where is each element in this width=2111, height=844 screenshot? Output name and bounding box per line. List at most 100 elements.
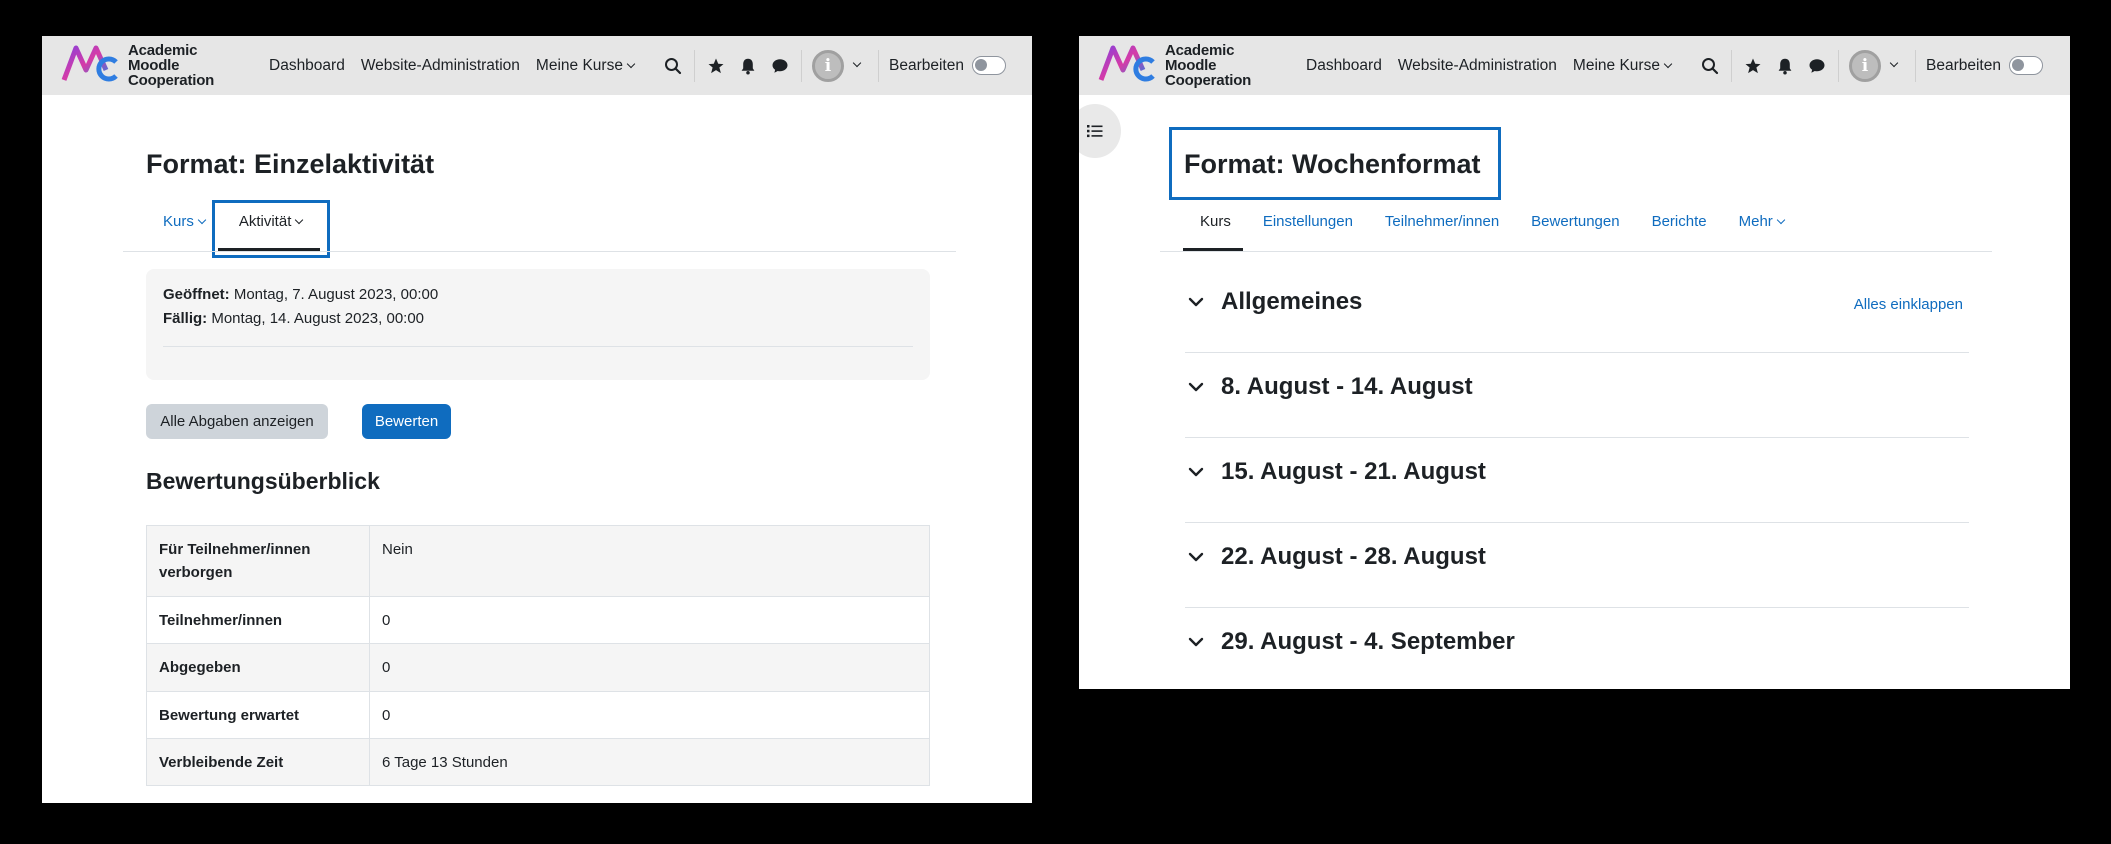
- amc-logo-icon: [1098, 45, 1155, 82]
- divider: [1185, 607, 1969, 608]
- chevron-down-icon[interactable]: [1185, 376, 1207, 398]
- bell-icon[interactable]: [737, 55, 759, 77]
- section-title[interactable]: Allgemeines: [1221, 288, 1362, 316]
- bell-icon[interactable]: [1774, 55, 1796, 77]
- section-title[interactable]: 15. August - 21. August: [1221, 458, 1486, 486]
- table-cell-label: Bewertung erwartet: [146, 691, 370, 739]
- user-avatar-icon[interactable]: i: [812, 49, 844, 82]
- edit-mode-toggle[interactable]: [2008, 56, 2043, 75]
- navbar-tools: i Bearbeiten: [662, 36, 1006, 95]
- date-due: Fällig: Montag, 14. August 2023, 00:00: [163, 310, 424, 327]
- user-avatar-icon[interactable]: i: [1849, 49, 1881, 82]
- chevron-down-icon[interactable]: [1185, 461, 1207, 483]
- section-header[interactable]: 8. August - 14. August: [1185, 373, 1473, 401]
- nav-my-courses-label: Meine Kurse: [1572, 56, 1660, 74]
- chevron-down-icon: [626, 59, 636, 68]
- logo-text: Academic Moodle Cooperation: [128, 43, 214, 88]
- date-opened: Geöffnet: Montag, 7. August 2023, 00:00: [163, 286, 438, 303]
- divider: [123, 251, 956, 252]
- table-cell-value: 0: [369, 643, 930, 692]
- divider: [1731, 49, 1732, 82]
- right-screenshot: Academic Moodle Cooperation Dashboard We…: [1079, 36, 2070, 689]
- grade-button[interactable]: Bewerten: [362, 404, 451, 439]
- view-all-submissions-button[interactable]: Alle Abgaben anzeigen: [146, 404, 328, 439]
- chat-icon[interactable]: [1806, 55, 1828, 77]
- search-icon[interactable]: [1699, 55, 1721, 77]
- divider: [801, 49, 802, 82]
- date-due-value: Montag, 14. August 2023, 00:00: [211, 310, 425, 327]
- navbar: Academic Moodle Cooperation Dashboard We…: [1079, 36, 2070, 95]
- table-cell-label: Teilnehmer/innen: [146, 596, 370, 644]
- amc-logo-icon: [61, 45, 118, 82]
- chevron-down-icon[interactable]: [1185, 631, 1207, 653]
- nav-dashboard[interactable]: Dashboard: [1306, 57, 1382, 75]
- chevron-down-icon: [197, 215, 207, 225]
- edit-mode-toggle[interactable]: [971, 56, 1006, 75]
- course-index-toggle[interactable]: [1079, 104, 1121, 158]
- table-cell-label: Verbleibende Zeit: [146, 738, 370, 786]
- table-row: Abgegeben 0: [146, 643, 930, 692]
- activity-dates: Geöffnet: Montag, 7. August 2023, 00:00 …: [146, 269, 930, 380]
- section-header[interactable]: 15. August - 21. August: [1185, 458, 1486, 486]
- divider: [1838, 49, 1839, 82]
- table-cell-value: 0: [369, 596, 930, 644]
- table-cell-value: 6 Tage 13 Stunden: [369, 738, 930, 786]
- nav-site-admin[interactable]: Website-Administration: [361, 57, 520, 75]
- navbar: Academic Moodle Cooperation Dashboard We…: [42, 36, 1032, 95]
- tab-participants[interactable]: Teilnehmer/innen: [1385, 213, 1499, 230]
- nav-my-courses-label: Meine Kurse: [535, 56, 623, 74]
- tab-course[interactable]: Kurs: [1200, 213, 1231, 230]
- table-row: Teilnehmer/innen 0: [146, 596, 930, 644]
- logo-line-1: Academic: [128, 41, 198, 59]
- table-row: Verbleibende Zeit 6 Tage 13 Stunden: [146, 738, 930, 786]
- highlight-box: [1169, 127, 1501, 200]
- grading-summary-table: Für Teilnehmer/innen verborgen Nein Teil…: [146, 525, 930, 786]
- star-icon[interactable]: [1742, 55, 1764, 77]
- date-opened-label: Geöffnet:: [163, 286, 230, 303]
- left-screenshot: Academic Moodle Cooperation Dashboard We…: [42, 36, 1032, 803]
- divider: [1185, 437, 1969, 438]
- tab-more[interactable]: Mehr: [1738, 213, 1786, 230]
- navbar-tools: i Bearbeiten: [1699, 36, 2043, 95]
- chevron-down-icon[interactable]: [1185, 291, 1207, 313]
- chevron-down-icon[interactable]: [1889, 58, 1899, 67]
- table-row: Für Teilnehmer/innen verborgen Nein: [146, 525, 930, 597]
- divider: [163, 346, 913, 347]
- table-cell-label: Abgegeben: [146, 643, 370, 692]
- divider: [1915, 49, 1916, 82]
- secondary-nav: Kurs Einstellungen Teilnehmer/innen Bewe…: [1200, 213, 1786, 230]
- chevron-down-icon[interactable]: [852, 58, 862, 67]
- tab-more-label: Mehr: [1738, 213, 1773, 230]
- edit-mode-label: Bearbeiten: [1926, 56, 2001, 74]
- divider: [878, 49, 879, 82]
- list-icon: [1087, 125, 1103, 138]
- site-logo[interactable]: Academic Moodle Cooperation: [1097, 39, 1277, 91]
- site-logo[interactable]: Academic Moodle Cooperation: [60, 39, 240, 91]
- tab-course[interactable]: Kurs: [163, 213, 207, 230]
- tab-reports[interactable]: Berichte: [1652, 213, 1707, 230]
- collapse-all-link[interactable]: Alles einklappen: [1854, 296, 1963, 313]
- section-header[interactable]: Allgemeines: [1185, 288, 1362, 316]
- chevron-down-icon[interactable]: [1185, 546, 1207, 568]
- divider: [1185, 352, 1969, 353]
- nav-site-admin[interactable]: Website-Administration: [1398, 57, 1557, 75]
- logo-line-2: Moodle: [1165, 56, 1217, 74]
- highlight-box: [212, 200, 330, 258]
- logo-line-3: Cooperation: [1165, 71, 1252, 89]
- section-title[interactable]: 22. August - 28. August: [1221, 543, 1486, 571]
- nav-dashboard[interactable]: Dashboard: [269, 57, 345, 75]
- chat-icon[interactable]: [769, 55, 791, 77]
- chevron-down-icon: [1776, 215, 1786, 225]
- star-icon[interactable]: [705, 55, 727, 77]
- search-icon[interactable]: [662, 55, 684, 77]
- logo-line-1: Academic: [1165, 41, 1235, 59]
- tab-grades[interactable]: Bewertungen: [1531, 213, 1619, 230]
- nav-my-courses[interactable]: Meine Kurse: [535, 56, 636, 75]
- section-header[interactable]: 22. August - 28. August: [1185, 543, 1486, 571]
- section-title[interactable]: 8. August - 14. August: [1221, 373, 1473, 401]
- primary-nav: Dashboard Website-Administration Meine K…: [269, 36, 636, 95]
- section-header[interactable]: 29. August - 4. September: [1185, 628, 1515, 656]
- tab-settings[interactable]: Einstellungen: [1263, 213, 1353, 230]
- section-title[interactable]: 29. August - 4. September: [1221, 628, 1515, 656]
- nav-my-courses[interactable]: Meine Kurse: [1572, 56, 1673, 75]
